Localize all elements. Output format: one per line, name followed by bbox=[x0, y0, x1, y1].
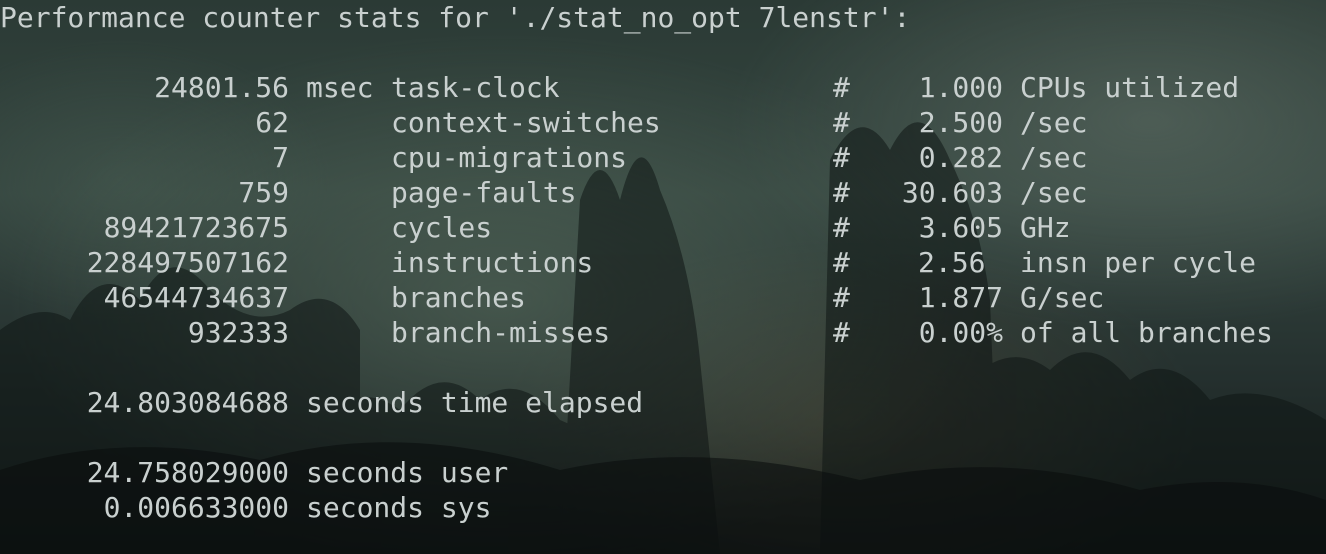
counter-metric-unit: /sec bbox=[1020, 141, 1088, 174]
counter-row: 228497507162 instructions # 2.56 insn pe… bbox=[0, 245, 1256, 280]
counter-row: 932333 branch-misses # 0.00% of all bran… bbox=[0, 315, 1273, 350]
counter-metric: 1.000 bbox=[918, 71, 1003, 104]
counter-hash: # bbox=[833, 176, 850, 209]
counter-hash: # bbox=[833, 141, 850, 174]
elapsed-value: 24.803084688 bbox=[86, 386, 289, 419]
counter-metric-unit: CPUs utilized bbox=[1020, 71, 1240, 104]
counter-event: cycles bbox=[391, 211, 493, 244]
counter-value: 759 bbox=[238, 176, 289, 209]
counter-metric-unit: G/sec bbox=[1020, 281, 1105, 314]
counter-event: task-clock bbox=[391, 71, 560, 104]
terminal-output: Performance counter stats for './stat_no… bbox=[0, 0, 1326, 554]
counter-row: 24801.56 msec task-clock # 1.000 CPUs ut… bbox=[0, 70, 1239, 105]
sys-time-line: 0.006633000 seconds sys bbox=[0, 490, 492, 525]
counter-row: 759 page-faults # 30.603 /sec bbox=[0, 175, 1087, 210]
counter-value: 24801.56 bbox=[154, 71, 289, 104]
counter-value: 228497507162 bbox=[86, 246, 289, 279]
perf-header-line: Performance counter stats for './stat_no… bbox=[0, 0, 910, 35]
user-time-label: seconds user bbox=[306, 456, 509, 489]
counter-event: branch-misses bbox=[391, 316, 611, 349]
counter-hash: # bbox=[833, 316, 850, 349]
counter-hash: # bbox=[833, 71, 850, 104]
counter-event: cpu-migrations bbox=[391, 141, 628, 174]
counter-hash: # bbox=[833, 106, 850, 139]
counter-metric-unit: GHz bbox=[1020, 211, 1071, 244]
perf-header-text: Performance counter stats for './stat_no… bbox=[0, 1, 911, 34]
counter-value: 89421723675 bbox=[103, 211, 289, 244]
counter-event: context-switches bbox=[391, 106, 661, 139]
counter-value: 46544734637 bbox=[103, 281, 289, 314]
counter-row: 62 context-switches # 2.500 /sec bbox=[0, 105, 1087, 140]
counter-unit: msec bbox=[306, 71, 374, 104]
counter-row: 46544734637 branches # 1.877 G/sec bbox=[0, 280, 1105, 315]
counter-metric: 30.603 bbox=[901, 176, 1003, 209]
sys-time-value: 0.006633000 bbox=[103, 491, 289, 524]
counter-metric: 0.282 bbox=[918, 141, 1003, 174]
counter-metric: 2.56 bbox=[918, 246, 986, 279]
counter-metric-unit: /sec bbox=[1020, 176, 1088, 209]
counter-value: 62 bbox=[255, 106, 289, 139]
user-time-value: 24.758029000 bbox=[86, 456, 289, 489]
counter-row: 89421723675 cycles # 3.605 GHz bbox=[0, 210, 1071, 245]
counter-hash: # bbox=[833, 246, 850, 279]
counter-event: page-faults bbox=[391, 176, 577, 209]
counter-hash: # bbox=[833, 281, 850, 314]
counter-metric: 1.877 bbox=[918, 281, 1003, 314]
counter-metric: 0.00% bbox=[918, 316, 1003, 349]
elapsed-label: seconds time elapsed bbox=[306, 386, 644, 419]
sys-time-label: seconds sys bbox=[306, 491, 492, 524]
counter-value: 7 bbox=[272, 141, 289, 174]
elapsed-line: 24.803084688 seconds time elapsed bbox=[0, 385, 643, 420]
counter-event: branches bbox=[391, 281, 526, 314]
counter-metric-unit: of all branches bbox=[1020, 316, 1273, 349]
counter-metric-unit: insn per cycle bbox=[1020, 246, 1257, 279]
counter-event: instructions bbox=[391, 246, 594, 279]
counter-metric: 3.605 bbox=[918, 211, 1003, 244]
counter-hash: # bbox=[833, 211, 850, 244]
user-time-line: 24.758029000 seconds user bbox=[0, 455, 509, 490]
counter-value: 932333 bbox=[187, 316, 289, 349]
counter-row: 7 cpu-migrations # 0.282 /sec bbox=[0, 140, 1087, 175]
counter-metric-unit: /sec bbox=[1020, 106, 1088, 139]
counter-metric: 2.500 bbox=[918, 106, 1003, 139]
